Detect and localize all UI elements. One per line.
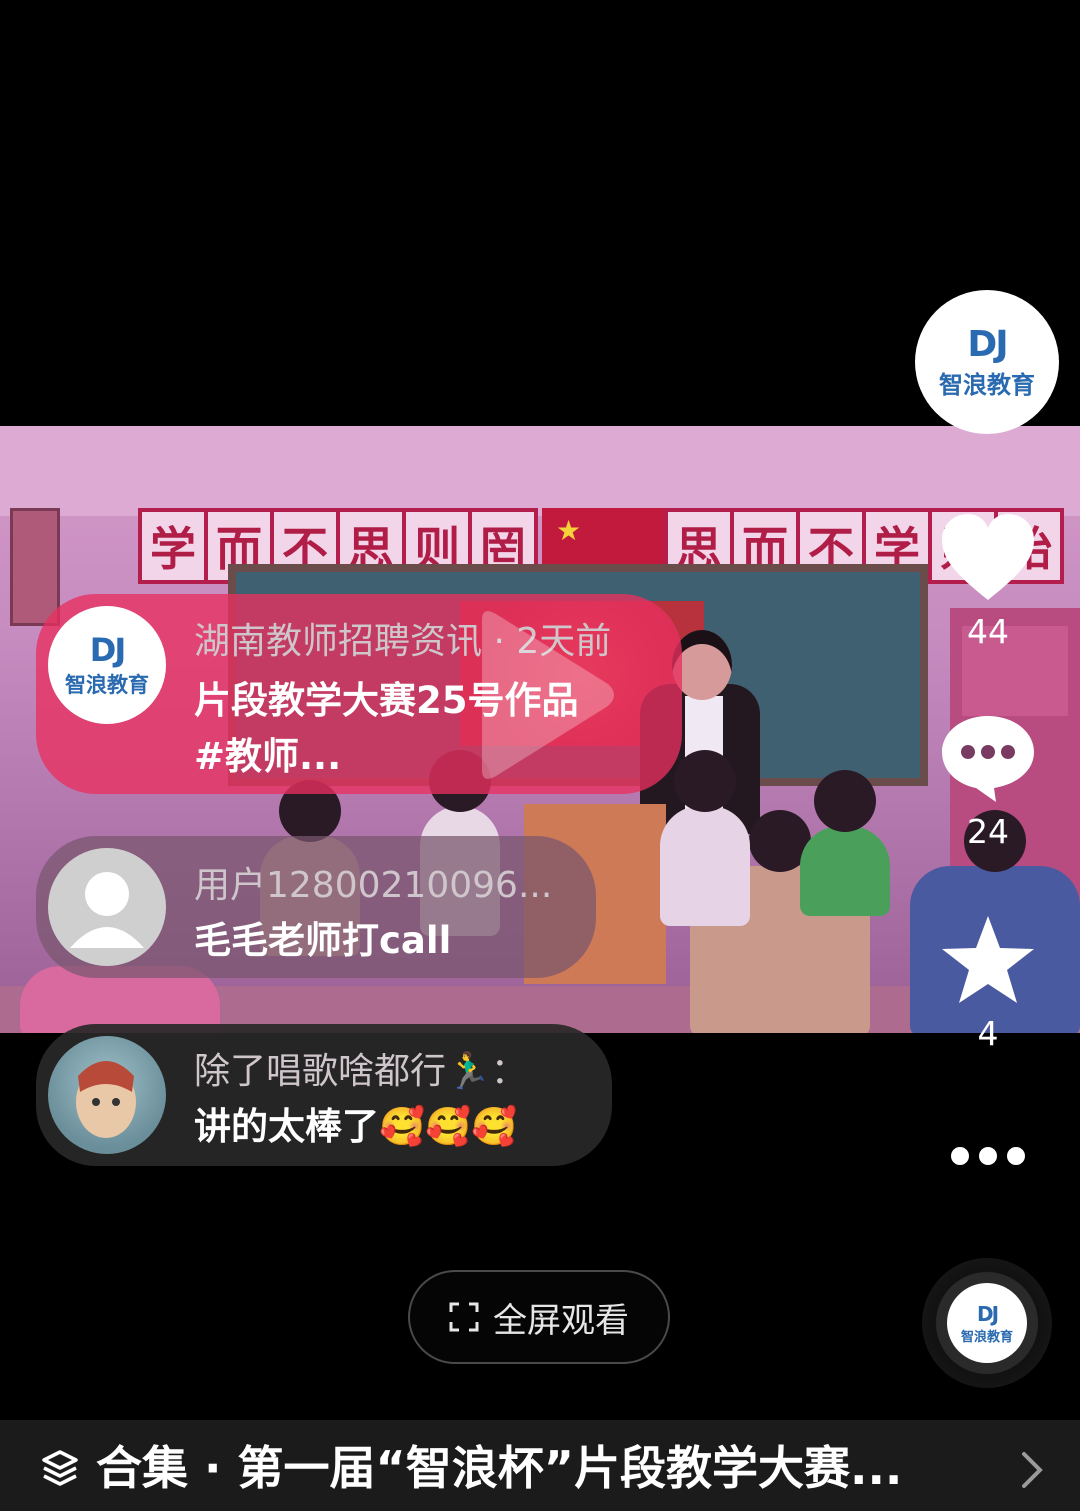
wall-poster [10,508,60,626]
layers-icon [42,1450,78,1486]
user-silhouette-icon [70,872,144,948]
favorite-count: 4 [977,1014,999,1053]
student [660,750,750,926]
brand-logo: DJ 智浪教育 [961,1302,1013,1345]
comment-count: 24 [967,812,1009,851]
comment-user: 除了唱歌啥都行🏃‍♂️： [194,1051,527,1092]
post-author-avatar[interactable]: DJ 智浪教育 [48,606,166,724]
brand-logo: DJ 智浪教育 [939,324,1035,400]
music-disc[interactable]: DJ 智浪教育 [922,1258,1052,1388]
fullscreen-label: 全屏观看 [493,1300,629,1341]
classroom-wall [0,426,1080,516]
like-count: 44 [967,612,1009,651]
fullscreen-icon [449,1302,479,1332]
comment-bubble[interactable]: 除了唱歌啥都行🏃‍♂️： 讲的太棒了🥰🥰🥰 [36,1024,612,1166]
favorite-star-icon[interactable] [938,914,1038,1006]
fullscreen-button[interactable]: 全屏观看 [408,1270,670,1364]
comment-text: 毛毛老师打call [194,919,452,962]
commenter-avatar [48,1036,166,1154]
default-avatar [48,848,166,966]
more-options-icon[interactable] [946,1142,1030,1170]
illustrated-avatar-icon [76,1061,136,1138]
author-avatar[interactable]: DJ 智浪教育 [915,290,1059,434]
brand-mark: DJ [976,1301,999,1326]
chevron-right-icon [1022,1452,1043,1488]
like-heart-icon[interactable] [938,512,1038,604]
comment-bubble-icon[interactable] [938,712,1038,804]
brand-name: 智浪教育 [65,673,149,697]
post-title-line-2: #教师... [194,735,342,778]
comment-text: 讲的太棒了🥰🥰🥰 [194,1105,518,1148]
collection-bar[interactable]: 合集 · 第一届“智浪杯”片段教学大赛... [0,1420,1080,1511]
slogan-char: 学 [142,512,204,580]
collection-title: 合集 · 第一届“智浪杯”片段教学大赛... [96,1441,903,1495]
student [800,770,890,916]
brand-name: 智浪教育 [960,1329,1013,1345]
play-icon[interactable] [462,600,622,790]
brand-logo: DJ 智浪教育 [65,631,149,699]
disc-center-logo: DJ 智浪教育 [947,1283,1027,1363]
comment-bubble[interactable]: 用户12800210096... 毛毛老师打call [36,836,596,978]
brand-mark: DJ [89,631,126,669]
brand-mark: DJ [967,324,1008,365]
comment-user: 用户12800210096... [194,865,553,906]
brand-name: 智浪教育 [939,371,1035,399]
